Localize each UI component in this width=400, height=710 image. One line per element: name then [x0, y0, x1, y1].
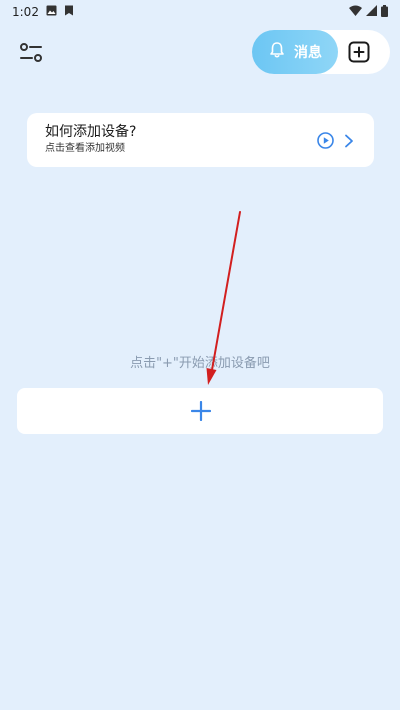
chevron-right-icon: [344, 133, 354, 148]
wifi-icon: [349, 5, 362, 19]
howto-subtitle: 点击查看添加视频: [45, 143, 125, 154]
messages-label: 消息: [294, 45, 322, 61]
empty-state-hint: 点击"+"开始添加设备吧: [130, 356, 270, 371]
image-icon: [46, 5, 57, 19]
battery-icon: [381, 4, 388, 20]
filter-sliders-icon[interactable]: [18, 40, 44, 66]
signal-icon: [366, 5, 377, 19]
plus-icon: [190, 400, 212, 422]
plus-square-icon[interactable]: [348, 41, 370, 63]
sim-card-icon: [64, 5, 74, 19]
howto-title: 如何添加设备?: [45, 124, 137, 140]
status-bar: 1:02: [0, 0, 400, 24]
home-screen: 1:02 消息 如何添加设备? 点击查看添加视频 点击"+"开始添加设备吧: [0, 0, 400, 710]
howto-add-device-card[interactable]: 如何添加设备? 点击查看添加视频: [27, 113, 374, 167]
bell-icon: [268, 41, 286, 63]
play-circle-icon: [317, 132, 334, 149]
status-time: 1:02: [12, 5, 39, 19]
messages-button[interactable]: 消息: [252, 30, 338, 74]
